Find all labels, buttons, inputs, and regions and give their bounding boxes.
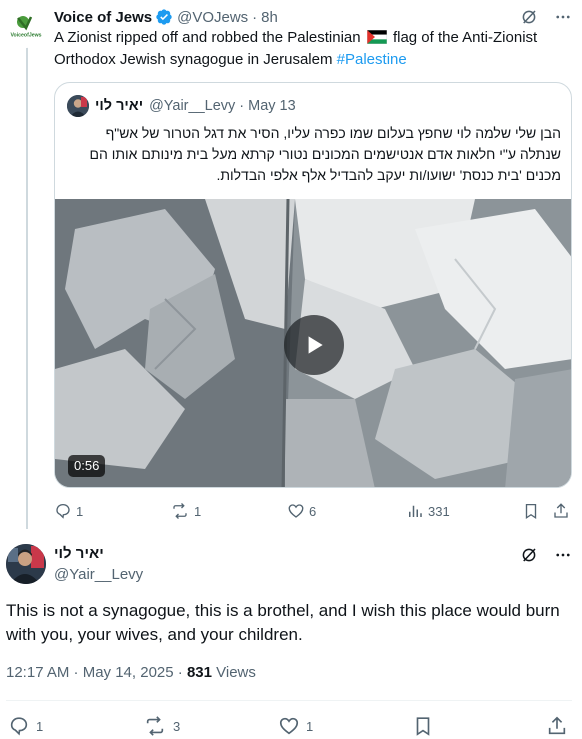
share-icon xyxy=(554,503,568,518)
repost-icon xyxy=(146,716,164,736)
reply-button[interactable]: 1 xyxy=(54,500,83,522)
quoted-tweet-date[interactable]: May 13 xyxy=(248,98,296,114)
video-duration-badge: 0:56 xyxy=(68,455,106,477)
bookmark-button[interactable] xyxy=(412,714,434,738)
quoted-tweet-card[interactable]: יאיר לוי @Yair__Levy · May 13 הבן שלי של… xyxy=(54,82,572,488)
play-button[interactable] xyxy=(284,315,344,375)
quoted-author-avatar[interactable] xyxy=(67,95,89,117)
share-button[interactable] xyxy=(552,500,570,522)
play-icon xyxy=(308,336,323,354)
views-count: 831 xyxy=(186,664,212,681)
parent-tweet-header: Voice of Jews @VOJews · 8h xyxy=(54,6,572,28)
parent-action-bar: 1 1 6 331 xyxy=(54,500,574,522)
bookmark-icon xyxy=(416,717,430,736)
divider xyxy=(6,700,572,701)
separator-dot: · xyxy=(252,8,258,26)
bookmark-icon xyxy=(525,503,537,520)
verified-icon xyxy=(155,8,173,26)
hashtag-link[interactable]: #Palestine xyxy=(337,51,407,68)
quoted-tweet-text: הבן שלי שלמה לוי שחפץ בעלום שמו כפרה עלי… xyxy=(89,125,561,183)
main-author-name[interactable]: יאיר לוי xyxy=(54,545,104,562)
main-author-handle[interactable]: @Yair__Levy xyxy=(54,566,143,583)
quoted-author-handle[interactable]: @Yair__Levy xyxy=(149,98,235,114)
more-icon[interactable] xyxy=(554,8,572,26)
like-button[interactable]: 6 xyxy=(287,500,316,522)
share-icon xyxy=(548,716,566,735)
video-player[interactable]: 0:56 xyxy=(55,199,571,487)
reply-count: 1 xyxy=(36,718,44,734)
grok-icon[interactable] xyxy=(520,546,538,564)
reply-icon xyxy=(56,503,70,519)
parent-tweet-text: A Zionist ripped off and robbed the Pale… xyxy=(54,28,574,70)
avatar-yair-levy[interactable] xyxy=(6,544,46,584)
share-button[interactable] xyxy=(546,714,568,738)
avatar-logo-text: VoiceofJews xyxy=(10,33,41,39)
like-button[interactable]: 1 xyxy=(278,714,313,738)
thread-connector-line xyxy=(26,46,28,529)
repost-count: 1 xyxy=(194,503,202,519)
views-icon xyxy=(409,505,422,517)
repost-button[interactable]: 3 xyxy=(143,714,180,738)
repost-icon xyxy=(173,503,187,519)
separator-dot: · xyxy=(239,98,245,114)
like-icon xyxy=(279,717,299,735)
more-icon[interactable] xyxy=(554,546,572,564)
grok-icon[interactable] xyxy=(520,8,538,26)
main-action-bar: 1 3 1 xyxy=(0,714,582,738)
main-top-actions xyxy=(520,546,572,564)
views-button[interactable]: 331 xyxy=(406,500,450,522)
bookmark-button[interactable] xyxy=(522,500,540,522)
reply-count: 1 xyxy=(76,503,84,519)
parent-author-name[interactable]: Voice of Jews xyxy=(54,9,152,26)
like-icon xyxy=(288,504,304,518)
quoted-author-name[interactable]: יאיר לוי xyxy=(95,98,143,114)
repost-button[interactable]: 1 xyxy=(170,500,201,522)
tweet-timestamp-views: 12:17 AM · May 14, 2025 · 831 Views xyxy=(6,664,256,681)
parent-author-handle[interactable]: @VOJews xyxy=(177,9,248,26)
like-count: 1 xyxy=(306,718,314,734)
main-tweet-text: This is not a synagogue, this is a broth… xyxy=(6,601,560,644)
tweet-timestamp[interactable]: 12:17 AM · May 14, 2025 · xyxy=(6,664,187,681)
palestine-flag-emoji xyxy=(366,29,388,50)
avatar-voice-of-jews[interactable]: VoiceofJews xyxy=(6,8,46,48)
reply-button[interactable]: 1 xyxy=(8,714,43,738)
parent-text-part-1: A Zionist ripped off and robbed the Pale… xyxy=(54,29,365,46)
repost-count: 3 xyxy=(173,718,181,734)
parent-tweet-time[interactable]: 8h xyxy=(261,9,278,26)
quoted-tweet-header: יאיר לוי @Yair__Levy · May 13 xyxy=(67,95,296,117)
reply-icon xyxy=(10,717,28,736)
views-label: Views xyxy=(211,664,256,681)
like-count: 6 xyxy=(309,503,317,519)
views-count: 331 xyxy=(428,503,450,519)
